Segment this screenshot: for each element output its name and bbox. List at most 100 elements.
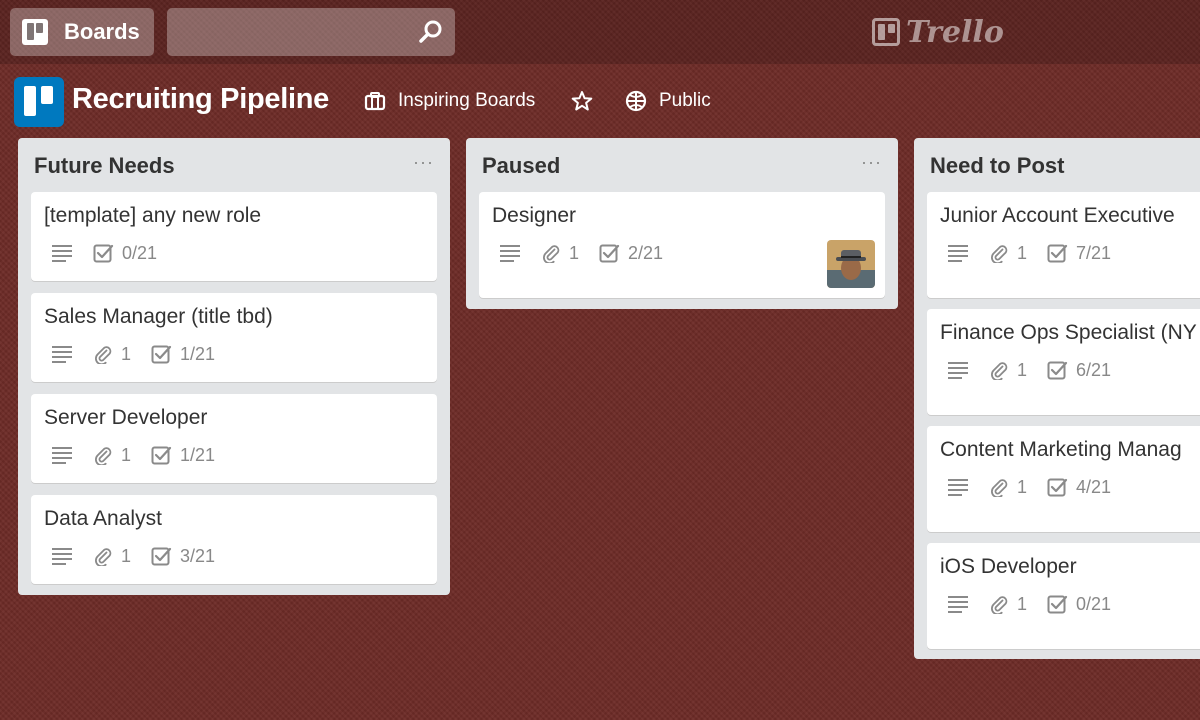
attachment-count: 1 — [1017, 593, 1028, 614]
card-badges: 1 0/21 — [947, 593, 1131, 615]
checklist-badge: 4/21 — [1047, 477, 1111, 498]
description-icon — [51, 345, 73, 363]
list-header: Future Needs ··· — [18, 138, 450, 192]
checklist-icon — [151, 344, 172, 365]
list-title[interactable]: Need to Post — [930, 153, 1064, 179]
checklist-badge: 0/21 — [1047, 594, 1111, 615]
list-card[interactable]: iOS Developer 1 0/21 — [927, 543, 1200, 649]
description-icon — [51, 244, 73, 262]
list-menu-icon[interactable]: ··· — [413, 152, 434, 173]
checklist-badge: 7/21 — [1047, 243, 1111, 264]
checklist-count: 0/21 — [122, 242, 158, 263]
checklist-badge: 3/21 — [151, 546, 215, 567]
paperclip-icon — [989, 594, 1009, 614]
list-title[interactable]: Paused — [482, 153, 560, 179]
checklist-icon — [93, 243, 114, 264]
paperclip-icon — [989, 360, 1009, 380]
list-future-needs[interactable]: Future Needs ··· [template] any new role… — [18, 138, 450, 595]
list-card[interactable]: Content Marketing Manag 1 4/21 — [927, 426, 1200, 532]
description-icon — [51, 547, 73, 565]
visibility-label: Public — [659, 90, 711, 111]
list-header: Need to Post — [914, 138, 1200, 192]
attachment-count: 1 — [1017, 359, 1028, 380]
card-title: Junior Account Executive — [940, 204, 1175, 227]
card-badges: 0/21 — [51, 242, 177, 264]
checklist-icon — [1047, 360, 1068, 381]
list-menu-icon[interactable]: ··· — [861, 152, 882, 173]
card-title: Data Analyst — [44, 507, 162, 530]
checklist-count: 4/21 — [1076, 476, 1112, 497]
top-bar: Boards Trello — [0, 0, 1200, 64]
checklist-count: 6/21 — [1076, 359, 1112, 380]
member-avatar[interactable] — [827, 240, 875, 288]
checklist-icon — [151, 546, 172, 567]
attachment-count: 1 — [569, 242, 580, 263]
paperclip-icon — [93, 445, 113, 465]
description-icon — [947, 595, 969, 613]
checklist-count: 1/21 — [180, 343, 216, 364]
checklist-icon — [1047, 594, 1068, 615]
board-title[interactable]: Recruiting Pipeline — [72, 83, 329, 116]
attachment-badge: 1 — [93, 445, 131, 466]
checklist-badge: 0/21 — [93, 243, 157, 264]
team-button[interactable]: Inspiring Boards — [364, 86, 535, 116]
checklist-badge: 1/21 — [151, 344, 215, 365]
checklist-badge: 1/21 — [151, 445, 215, 466]
description-icon — [947, 361, 969, 379]
card-title: Designer — [492, 204, 577, 227]
search-icon[interactable] — [417, 18, 445, 46]
list-card[interactable]: Finance Ops Specialist (NY 1 6/21 — [927, 309, 1200, 415]
boards-button[interactable]: Boards — [10, 8, 154, 56]
attachment-count: 1 — [1017, 242, 1028, 263]
card-title: [template] any new role — [44, 204, 262, 227]
list-paused[interactable]: Paused ··· Designer 1 2/21 — [466, 138, 898, 309]
team-icon — [364, 92, 386, 111]
trello-logo-text: Trello — [906, 14, 1004, 50]
visibility-button[interactable]: Public — [625, 86, 711, 116]
checklist-badge: 2/21 — [599, 243, 663, 264]
list-card[interactable]: Junior Account Executive 1 7/21 — [927, 192, 1200, 298]
description-icon — [499, 244, 521, 262]
list-card[interactable]: Server Developer 1 1/21 — [31, 394, 437, 483]
description-icon — [51, 446, 73, 464]
search-box[interactable] — [167, 8, 455, 56]
list-card[interactable]: [template] any new role 0/21 — [31, 192, 437, 281]
list-card[interactable]: Designer 1 2/21 — [479, 192, 885, 298]
checklist-icon — [151, 445, 172, 466]
checklist-count: 0/21 — [1076, 593, 1112, 614]
list-title[interactable]: Future Needs — [34, 153, 175, 179]
card-title: Finance Ops Specialist (NY — [940, 321, 1197, 344]
attachment-badge: 1 — [989, 594, 1027, 615]
paperclip-icon — [989, 243, 1009, 263]
card-badges: 1 7/21 — [947, 242, 1131, 264]
attachment-badge: 1 — [93, 546, 131, 567]
trello-logo[interactable]: Trello — [872, 14, 1004, 50]
checklist-count: 1/21 — [180, 444, 216, 465]
attachment-count: 1 — [121, 343, 132, 364]
boards-icon — [22, 19, 48, 45]
checklist-count: 2/21 — [628, 242, 664, 263]
checklist-count: 3/21 — [180, 545, 216, 566]
attachment-badge: 1 — [989, 243, 1027, 264]
star-button[interactable] — [571, 86, 605, 116]
attachment-count: 1 — [121, 545, 132, 566]
checklist-icon — [599, 243, 620, 264]
list-card[interactable]: Sales Manager (title tbd) 1 1/21 — [31, 293, 437, 382]
list-need-to-post[interactable]: Need to Post Junior Account Executive 1 7/… — [914, 138, 1200, 659]
paperclip-icon — [989, 477, 1009, 497]
paperclip-icon — [93, 344, 113, 364]
description-icon — [947, 478, 969, 496]
list-card[interactable]: Data Analyst 1 3/21 — [31, 495, 437, 584]
search-input[interactable] — [167, 8, 455, 56]
card-badges: 1 6/21 — [947, 359, 1131, 381]
card-badges: 1 1/21 — [51, 343, 235, 365]
team-label: Inspiring Boards — [398, 90, 536, 111]
card-badges: 1 4/21 — [947, 476, 1131, 498]
card-title: Server Developer — [44, 406, 208, 429]
boards-label: Boards — [64, 19, 140, 44]
card-badges: 1 3/21 — [51, 545, 235, 567]
card-badges: 1 1/21 — [51, 444, 235, 466]
attachment-count: 1 — [121, 444, 132, 465]
card-badges: 1 2/21 — [499, 242, 683, 264]
card-title: Sales Manager (title tbd) — [44, 305, 273, 328]
